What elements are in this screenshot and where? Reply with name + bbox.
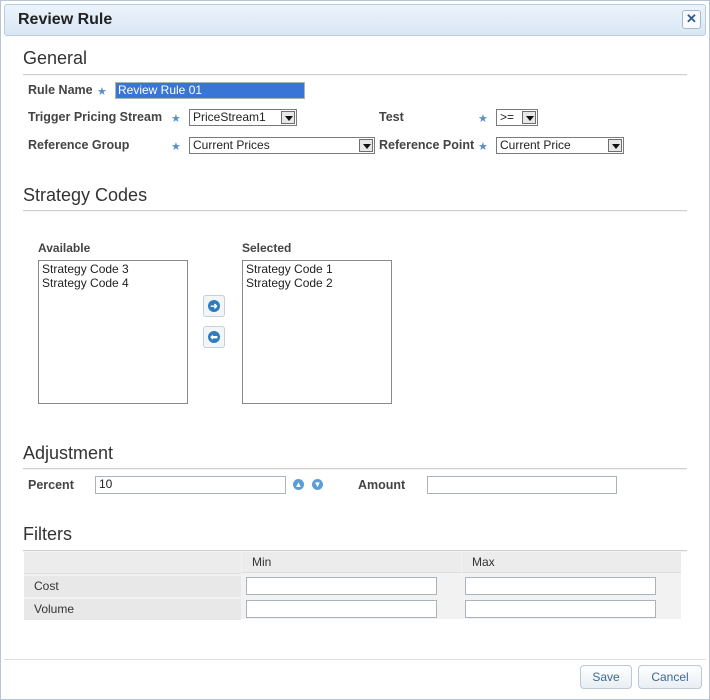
available-label: Available bbox=[38, 241, 91, 255]
required-star-icon: ★ bbox=[171, 113, 181, 125]
general-heading: General bbox=[23, 48, 88, 68]
filters-table: Min Max Cost Volume bbox=[24, 552, 681, 620]
rule-name-label: Rule Name bbox=[28, 83, 93, 97]
dialog-titlebar: Review Rule ✕ bbox=[4, 4, 706, 36]
trigger-pricing-stream-select[interactable]: PriceStream1 bbox=[189, 109, 297, 126]
arrow-up-icon[interactable]: ▲ bbox=[293, 479, 304, 490]
strategy-codes-heading: Strategy Codes bbox=[23, 185, 148, 205]
list-item[interactable]: Strategy Code 4 bbox=[42, 276, 184, 290]
percent-input[interactable]: 10 bbox=[95, 476, 286, 494]
volume-max-input[interactable] bbox=[465, 600, 656, 618]
trigger-pricing-stream-label: Trigger Pricing Stream bbox=[28, 110, 163, 124]
list-item[interactable]: Strategy Code 2 bbox=[246, 276, 388, 290]
rule-name-input[interactable]: Review Rule 01 bbox=[115, 82, 305, 99]
filter-row-volume-label: Volume bbox=[24, 599, 241, 620]
reference-group-select[interactable]: Current Prices bbox=[189, 137, 375, 154]
save-button[interactable]: Save bbox=[580, 665, 632, 689]
close-icon[interactable]: ✕ bbox=[682, 10, 701, 29]
cancel-button[interactable]: Cancel bbox=[638, 665, 702, 689]
chevron-down-icon[interactable] bbox=[608, 139, 622, 152]
review-rule-dialog: Review Rule ✕ General Rule Name ★ Review… bbox=[0, 0, 710, 700]
amount-label: Amount bbox=[358, 478, 406, 492]
column-header-min: Min bbox=[242, 552, 461, 573]
column-header-max: Max bbox=[462, 552, 681, 573]
move-right-button[interactable]: ➜ bbox=[203, 295, 225, 317]
available-listbox[interactable]: Strategy Code 3 Strategy Code 4 bbox=[38, 260, 188, 404]
adjustment-heading: Adjustment bbox=[23, 443, 114, 463]
general-divider bbox=[23, 74, 687, 76]
required-star-icon: ★ bbox=[478, 113, 488, 125]
test-value: >= bbox=[500, 110, 515, 124]
filters-heading: Filters bbox=[23, 524, 72, 544]
arrow-left-icon: ⬅ bbox=[208, 331, 220, 343]
required-star-icon: ★ bbox=[97, 86, 107, 98]
volume-min-input[interactable] bbox=[246, 600, 437, 618]
list-item[interactable]: Strategy Code 1 bbox=[246, 262, 388, 276]
column-header-blank bbox=[24, 552, 241, 574]
chevron-down-icon[interactable] bbox=[281, 111, 295, 124]
test-label: Test bbox=[379, 110, 404, 124]
percent-label: Percent bbox=[28, 478, 74, 492]
move-left-button[interactable]: ⬅ bbox=[203, 326, 225, 348]
dialog-title: Review Rule bbox=[18, 11, 113, 28]
selected-listbox[interactable]: Strategy Code 1 Strategy Code 2 bbox=[242, 260, 392, 404]
adjustment-divider bbox=[23, 468, 687, 470]
chevron-down-icon[interactable] bbox=[522, 111, 536, 124]
chevron-down-icon[interactable] bbox=[359, 139, 373, 152]
filter-row-cost-label: Cost bbox=[24, 576, 241, 597]
reference-point-select[interactable]: Current Price bbox=[496, 137, 624, 154]
arrow-down-icon[interactable]: ▼ bbox=[312, 479, 323, 490]
required-star-icon: ★ bbox=[171, 141, 181, 153]
strategy-codes-divider bbox=[23, 210, 687, 212]
reference-point-value: Current Price bbox=[500, 138, 571, 152]
reference-group-value: Current Prices bbox=[193, 138, 270, 152]
selected-label: Selected bbox=[242, 241, 292, 255]
footer-divider bbox=[4, 659, 706, 660]
amount-input[interactable] bbox=[427, 476, 617, 494]
reference-group-label: Reference Group bbox=[28, 138, 130, 152]
cost-min-input[interactable] bbox=[246, 577, 437, 595]
reference-point-label: Reference Point bbox=[379, 138, 475, 152]
list-item[interactable]: Strategy Code 3 bbox=[42, 262, 184, 276]
test-select[interactable]: >= bbox=[496, 109, 538, 126]
cost-max-input[interactable] bbox=[465, 577, 656, 595]
arrow-right-icon: ➜ bbox=[208, 300, 220, 312]
trigger-pricing-stream-value: PriceStream1 bbox=[193, 110, 266, 124]
required-star-icon: ★ bbox=[478, 141, 488, 153]
